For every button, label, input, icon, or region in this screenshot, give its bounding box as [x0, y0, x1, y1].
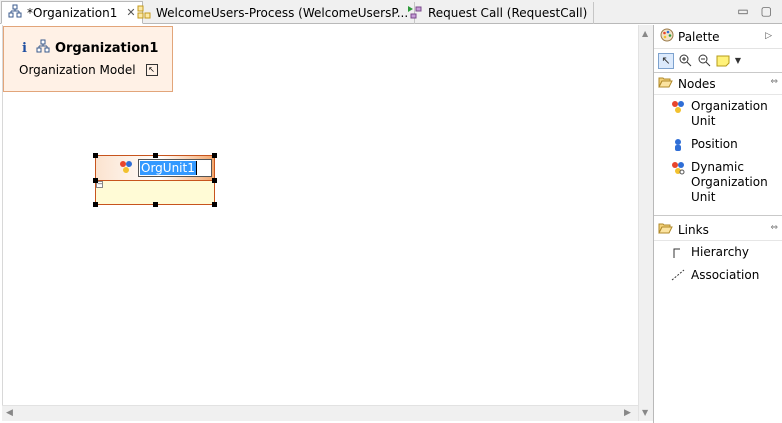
org-model-icon: [36, 39, 50, 57]
entry-label: Position: [691, 137, 738, 151]
drawer-nodes[interactable]: Nodes ⇔: [654, 73, 782, 95]
minimize-icon[interactable]: ▭: [737, 4, 748, 18]
hierarchy-link-icon: [670, 245, 686, 258]
palette-entry-organization-unit[interactable]: Organization Unit: [654, 95, 782, 133]
palette-title: Palette: [678, 29, 720, 44]
entry-label: Organization Unit: [691, 99, 768, 128]
scroll-up-icon[interactable]: ▲: [642, 29, 648, 38]
chevron-down-icon[interactable]: ▼: [734, 53, 742, 69]
editor-tab-bar: *Organization1 ✕ WelcomeUsers-Process (W…: [0, 0, 782, 24]
resize-handle[interactable]: [212, 202, 217, 207]
entry-label: Dynamic Organization Unit: [691, 160, 768, 204]
note-tool-icon[interactable]: [715, 53, 731, 69]
folder-open-icon: [658, 76, 673, 91]
palette-toolbar: ↖ ▼: [654, 49, 782, 73]
position-icon: [670, 137, 686, 152]
tab-welcomeusers-process[interactable]: WelcomeUsers-Process (WelcomeUsersP...: [131, 2, 416, 24]
go-to-icon[interactable]: ↖: [145, 64, 158, 76]
resize-handle[interactable]: [153, 153, 158, 158]
scroll-left-icon[interactable]: ◀: [6, 408, 13, 418]
diagram-info-popup: i Organization1 Organization Model ↖: [3, 26, 173, 92]
info-icon: i: [22, 40, 27, 56]
tab-label: Request Call (RequestCall): [428, 6, 588, 20]
drawer-label: Links: [678, 222, 709, 237]
resize-handle[interactable]: [93, 153, 98, 158]
entry-label: Hierarchy: [691, 245, 750, 259]
folder-open-icon: [658, 222, 673, 237]
scroll-right-icon[interactable]: ▶: [624, 408, 631, 418]
resize-handle[interactable]: [153, 202, 158, 207]
horizontal-scrollbar[interactable]: ◀ ▶: [2, 405, 638, 421]
vertical-scrollbar[interactable]: ▲ ▼: [638, 25, 653, 421]
org-unit-node[interactable]: OrgUnit1 −: [93, 153, 217, 207]
org-unit-name-selection: OrgUnit1: [140, 161, 196, 175]
popup-subtitle: Organization Model: [19, 63, 136, 77]
drawer-links[interactable]: Links ⇔: [654, 219, 782, 241]
tab-label: WelcomeUsers-Process (WelcomeUsersP...: [156, 6, 409, 20]
select-tool-icon[interactable]: ↖: [658, 52, 674, 69]
window-controls: ▭ ▢: [737, 4, 772, 18]
entry-label: Association: [691, 268, 760, 282]
popup-title: Organization1: [54, 40, 159, 56]
org-unit-name-input[interactable]: OrgUnit1: [138, 159, 212, 177]
palette-icon: [660, 28, 674, 45]
palette-entry-dynamic-organization-unit[interactable]: Dynamic Organization Unit: [654, 156, 782, 209]
palette-entry-hierarchy[interactable]: Hierarchy: [654, 241, 782, 264]
pin-icon[interactable]: ⇔: [770, 223, 778, 233]
palette-entry-position[interactable]: Position: [654, 133, 782, 156]
palette-entry-association[interactable]: Association: [654, 264, 782, 287]
tab-request-call[interactable]: Request Call (RequestCall): [401, 2, 595, 24]
maximize-icon[interactable]: ▢: [761, 4, 772, 18]
drawer-label: Nodes: [678, 76, 716, 91]
pin-icon[interactable]: ⇔: [770, 77, 778, 87]
org-model-icon: [8, 4, 22, 21]
tab-organization1[interactable]: *Organization1 ✕: [1, 1, 143, 24]
zoom-out-icon[interactable]: [696, 53, 712, 69]
process-flow-icon: [407, 5, 423, 22]
text-caret: [195, 161, 197, 175]
palette-panel: Palette ▷ ↖ ▼ Nodes ⇔ Organization Unit …: [653, 25, 782, 423]
resize-handle[interactable]: [212, 178, 217, 183]
process-icon: [137, 5, 151, 22]
tab-label: *Organization1: [27, 5, 118, 20]
org-unit-icon: [118, 160, 134, 177]
association-link-icon: [670, 268, 686, 281]
resize-handle[interactable]: [93, 178, 98, 183]
palette-hide-icon[interactable]: ▷: [765, 31, 772, 41]
resize-handle[interactable]: [93, 202, 98, 207]
dynamic-org-unit-icon: [670, 160, 686, 175]
scroll-down-icon[interactable]: ▼: [642, 408, 648, 417]
resize-handle[interactable]: [212, 153, 217, 158]
palette-header[interactable]: Palette ▷: [654, 25, 782, 49]
org-unit-icon: [670, 99, 686, 114]
org-unit-header: OrgUnit1: [96, 156, 214, 181]
zoom-in-icon[interactable]: [677, 53, 693, 69]
